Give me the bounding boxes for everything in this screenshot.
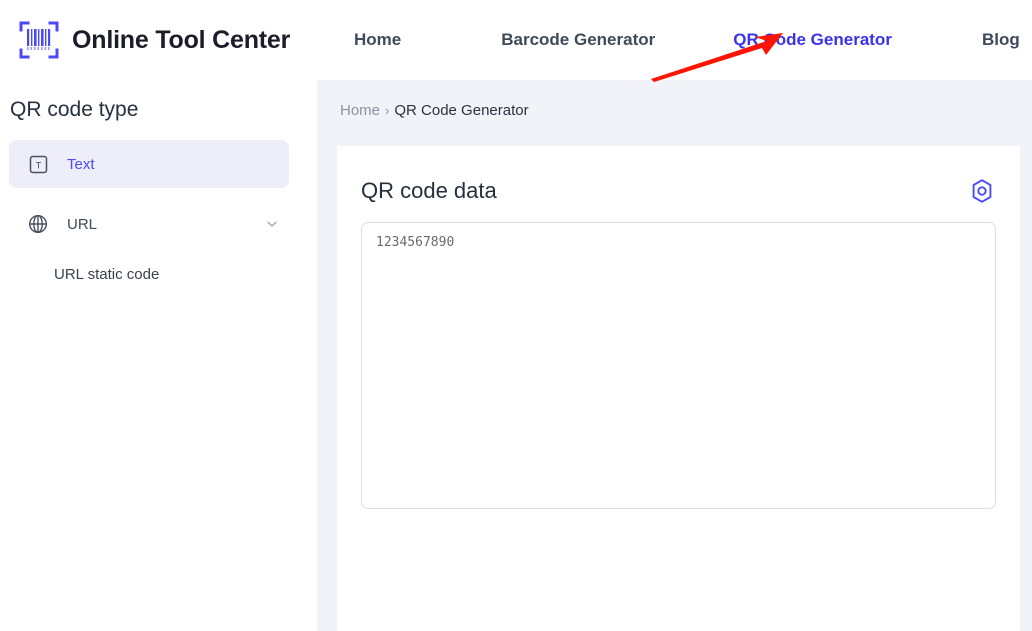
sidebar-item-list: T Text URL URL static code	[0, 140, 317, 283]
breadcrumb-home[interactable]: Home	[340, 102, 380, 119]
breadcrumb-current: QR Code Generator	[394, 102, 529, 119]
card-title: QR code data	[361, 178, 497, 203]
brand-logo-block[interactable]: Online Tool Center	[18, 19, 318, 61]
qr-type-sidebar: QR code type T Text URL URL static code	[0, 80, 317, 631]
brand-name: Online Tool Center	[72, 25, 291, 54]
sidebar-item-url-label: URL	[67, 215, 98, 233]
chevron-down-icon[interactable]	[265, 217, 279, 231]
globe-icon	[27, 213, 49, 235]
svg-text:T: T	[35, 160, 41, 171]
nav-item-blog[interactable]: Blog	[982, 30, 1020, 50]
barcode-scan-icon	[18, 19, 60, 61]
sidebar-title: QR code type	[10, 98, 139, 121]
nav-item-qr-code-generator[interactable]: QR Code Generator	[733, 30, 892, 50]
main-content: Home › QR Code Generator QR code data	[317, 80, 1032, 631]
nav-item-home[interactable]: Home	[354, 30, 401, 50]
site-header: Online Tool Center Home Barcode Generato…	[0, 0, 1032, 80]
page-root: Online Tool Center Home Barcode Generato…	[0, 0, 1032, 631]
sidebar-item-text[interactable]: T Text	[9, 140, 289, 188]
qr-data-textarea[interactable]	[361, 222, 996, 509]
sidebar-item-text-label: Text	[67, 155, 95, 173]
hex-gear-icon[interactable]	[969, 178, 995, 204]
sidebar-item-url[interactable]: URL	[9, 200, 289, 248]
breadcrumb: Home › QR Code Generator	[340, 102, 1032, 119]
text-box-icon: T	[27, 153, 49, 175]
nav-item-barcode-generator[interactable]: Barcode Generator	[501, 30, 655, 50]
card-header: QR code data	[337, 146, 1020, 204]
breadcrumb-separator-icon: ›	[385, 103, 390, 118]
sidebar-subitem-url-static-code[interactable]: URL static code	[54, 266, 317, 283]
qr-data-card: QR code data	[337, 146, 1020, 631]
main-nav: Home Barcode Generator QR Code Generator…	[318, 0, 1032, 80]
